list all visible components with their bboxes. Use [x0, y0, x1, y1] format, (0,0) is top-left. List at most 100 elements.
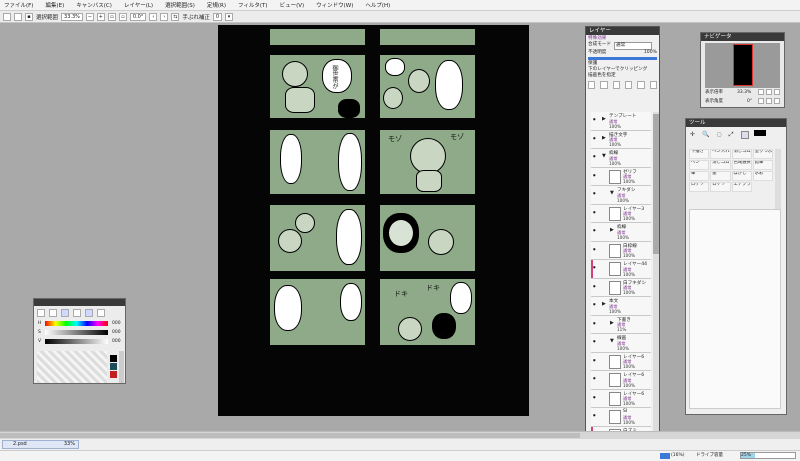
eyedropper-icon[interactable]: ⤢ — [729, 131, 734, 139]
tool-button[interactable]: ぼかし — [731, 171, 752, 181]
visibility-toggle-icon[interactable]: ● — [593, 265, 599, 271]
visibility-toggle-icon[interactable]: ● — [593, 228, 599, 234]
tool-button[interactable]: 下描き — [689, 149, 710, 159]
opacity-value[interactable]: 100% — [644, 50, 657, 56]
color-scratchpad[interactable] — [37, 351, 107, 383]
visibility-toggle-icon[interactable]: ● — [593, 173, 599, 179]
visibility-toggle-icon[interactable]: ● — [593, 358, 599, 364]
layer-row[interactable]: ● ▼ 線画 通常 100% — [591, 334, 651, 353]
hue-slider[interactable] — [45, 321, 108, 326]
visibility-toggle-icon[interactable]: ● — [593, 117, 599, 123]
layer-row[interactable]: ● ▶ 本文 通常 100% — [591, 297, 651, 316]
layer-row[interactable]: ● 白フキダシ 通常 100% — [591, 278, 651, 297]
color-panel-scrollbar[interactable] — [119, 351, 124, 383]
layer-row[interactable]: ● レイヤー44 通常 100% — [591, 260, 651, 279]
color-palette-tab[interactable] — [85, 309, 93, 317]
canvas-horizontal-scrollbar[interactable] — [0, 431, 800, 439]
visibility-toggle-icon[interactable]: ● — [593, 136, 599, 142]
zoom-minus-button[interactable]: − — [85, 12, 94, 21]
layer-row[interactable]: ● ゼリフ 通常 100% — [591, 167, 651, 186]
rotate-left-button[interactable]: ‹ — [149, 12, 158, 21]
visibility-toggle-icon[interactable]: ● — [593, 413, 599, 419]
nav-zoom-value[interactable]: 33.3% — [737, 90, 751, 95]
tool-button[interactable]: 筆 — [689, 171, 710, 181]
nav-rotate-left-button[interactable] — [758, 98, 764, 104]
select-icon[interactable] — [740, 131, 749, 139]
swatch-teal[interactable] — [110, 363, 117, 370]
merge-layer-button[interactable] — [637, 81, 645, 89]
visibility-toggle-icon[interactable]: ● — [593, 339, 599, 345]
folder-toggle-icon[interactable]: ▶ — [602, 116, 606, 122]
nav-zoom-out-button[interactable] — [758, 89, 764, 95]
menu-ruler[interactable]: 定規(R) — [207, 1, 226, 9]
layer-list-scrollbar[interactable] — [653, 112, 659, 450]
swatch-black[interactable] — [110, 355, 117, 362]
tool-button[interactable]: 消しゴム — [731, 149, 752, 159]
navigator-viewport[interactable] — [733, 44, 753, 86]
tool-button[interactable]: エアブラシ — [731, 182, 752, 192]
value-slider[interactable] — [45, 339, 108, 344]
visibility-toggle-icon[interactable]: ● — [593, 395, 599, 401]
tool-button[interactable]: 墨 — [710, 171, 731, 181]
rotate-right-button[interactable]: › — [160, 12, 169, 21]
folder-toggle-icon[interactable]: ▼ — [602, 153, 606, 159]
deselect-button[interactable] — [3, 12, 11, 21]
tool-button[interactable]: ロケツ — [689, 182, 710, 192]
tool-grid-scrollbar[interactable] — [775, 149, 781, 209]
angle-field[interactable]: 0.0° — [129, 12, 147, 21]
blend-mode-select[interactable]: 通常 — [613, 42, 652, 50]
layer-row[interactable]: ● レイヤー6 通常 100% — [591, 371, 651, 390]
fit-button[interactable]: ▫ — [118, 12, 127, 21]
menu-layer[interactable]: レイヤー(L) — [124, 1, 153, 9]
menu-canvas[interactable]: キャンバス(C) — [76, 1, 112, 9]
layer-row[interactable]: ● レイヤー6 通常 100% — [591, 389, 651, 408]
color-swatch-tab[interactable] — [73, 309, 81, 317]
folder-toggle-icon[interactable]: ▶ — [610, 227, 614, 233]
tool-button[interactable]: 塗りつぶし — [752, 149, 773, 159]
flip-button[interactable]: ⇆ — [171, 12, 180, 21]
folder-toggle-icon[interactable]: ▶ — [602, 301, 606, 307]
stabilizer-dropdown[interactable]: ▾ — [225, 12, 234, 21]
layer-row[interactable]: ● ▶ 下書き 通常 11% — [591, 315, 651, 334]
tool-button[interactable]: 消しゴム — [710, 160, 731, 170]
color-hsv-tab[interactable] — [61, 309, 69, 317]
color-wheel-tab[interactable] — [37, 309, 45, 317]
stabilizer-field[interactable]: 0 — [212, 12, 223, 21]
new-folder-button[interactable] — [600, 81, 608, 89]
menu-select[interactable]: 選択範囲(S) — [165, 1, 195, 9]
tool-button[interactable]: 水彩 — [752, 171, 773, 181]
document-tab[interactable]: 2.psd 33% — [2, 440, 79, 449]
visibility-toggle-icon[interactable]: ● — [593, 321, 599, 327]
folder-toggle-icon[interactable]: ▶ — [602, 135, 606, 141]
scrollbar-thumb[interactable] — [0, 433, 580, 438]
folder-toggle-icon[interactable]: ▼ — [610, 338, 614, 344]
menu-edit[interactable]: 編集(E) — [45, 1, 64, 9]
nav-angle-value[interactable]: 0° — [747, 99, 752, 104]
folder-toggle-icon[interactable]: ▶ — [610, 320, 614, 326]
zoom-field[interactable]: 33.3% — [61, 12, 83, 21]
saturation-slider[interactable] — [45, 330, 108, 335]
zoom-icon[interactable]: 🔍 — [702, 131, 709, 139]
tool-button[interactable]: ペン入れ — [710, 149, 731, 159]
visibility-toggle-icon[interactable]: ● — [593, 154, 599, 160]
folder-toggle-icon[interactable]: ▼ — [610, 190, 614, 196]
clear-layer-button[interactable] — [624, 81, 633, 89]
nav-fit-button[interactable] — [774, 89, 780, 95]
layer-row[interactable]: ● SI 通常 100% — [591, 408, 651, 427]
nav-rotate-reset-button[interactable] — [774, 98, 780, 104]
menu-window[interactable]: ウィンドウ(W) — [316, 1, 353, 9]
reference-checkbox[interactable]: 描画色を指定 — [588, 73, 657, 79]
layer-row[interactable]: ● ▼ 枠線 通常 100% — [591, 149, 651, 168]
tool-button[interactable]: ロケツ — [710, 182, 731, 192]
layer-row[interactable]: ● ▶ 枠線 通常 100% — [591, 223, 651, 242]
visibility-toggle-icon[interactable]: ● — [593, 284, 599, 290]
menu-filter[interactable]: フィルタ(T) — [238, 1, 268, 9]
opacity-slider[interactable] — [588, 57, 657, 60]
nav-zoom-in-button[interactable] — [766, 89, 772, 95]
menu-view[interactable]: ビュー(V) — [280, 1, 305, 9]
lasso-icon[interactable]: ◌ — [717, 131, 722, 139]
selection-toggle[interactable]: ▪ — [25, 12, 33, 21]
layer-row[interactable]: ● レイヤー3 通常 100% — [591, 204, 651, 223]
visibility-toggle-icon[interactable]: ● — [593, 376, 599, 382]
move-icon[interactable]: ✛ — [690, 131, 695, 139]
